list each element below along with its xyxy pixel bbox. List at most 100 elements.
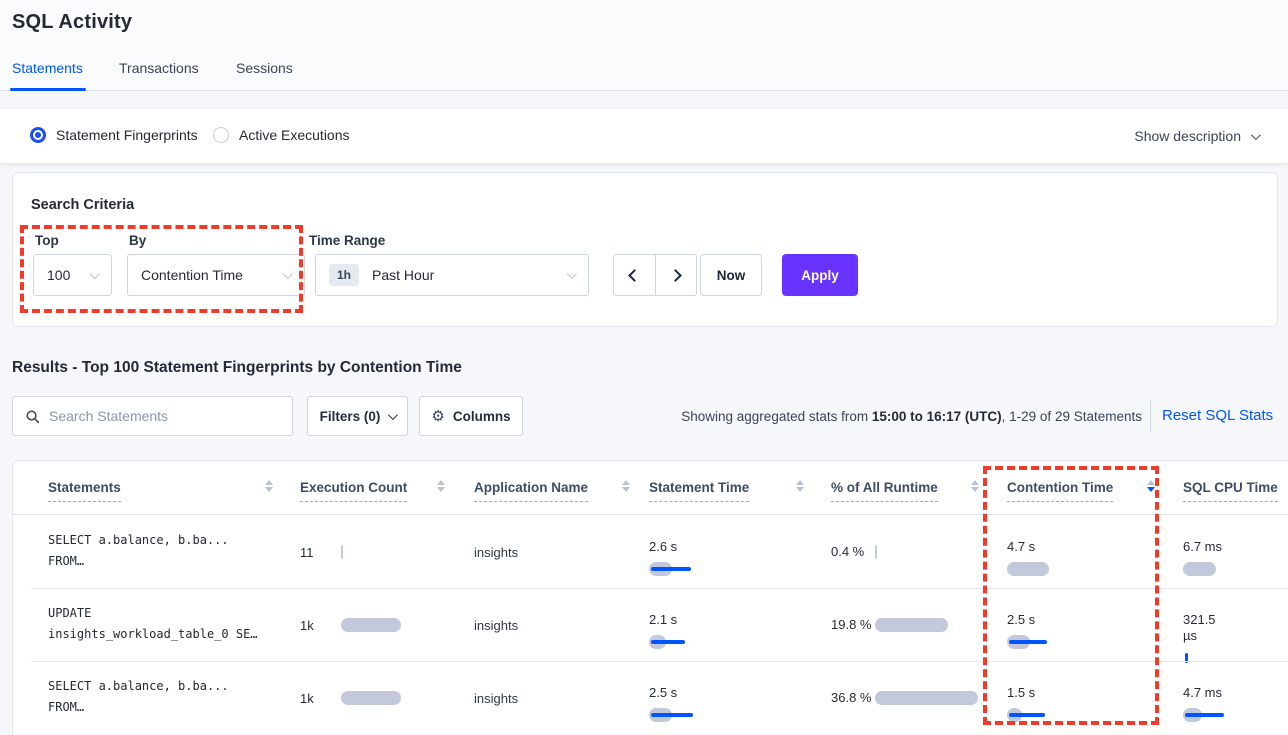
by-label: By [129, 233, 146, 248]
sql-cpu-time-value: 321.5 µs [1183, 612, 1233, 644]
col-header-pct-runtime[interactable]: % of All Runtime [831, 480, 938, 495]
execution-count-bar [341, 691, 451, 705]
col-header-application-name[interactable]: Application Name [474, 480, 588, 495]
by-select-value: Contention Time [141, 267, 243, 283]
application-name-value: insights [474, 618, 518, 633]
view-mode-bar: Statement Fingerprints Active Executions… [0, 109, 1288, 163]
statement-time-bar [649, 635, 769, 649]
stats-time-range: 15:00 to 16:17 (UTC) [872, 409, 1002, 424]
time-range-select[interactable]: 1h Past Hour [315, 254, 589, 296]
chevron-left-icon [628, 269, 641, 282]
sort-statements[interactable] [265, 480, 273, 492]
contention-time-cell: 4.7 s [1007, 539, 1167, 576]
chevron-down-icon [90, 269, 100, 279]
col-header-statement-time[interactable]: Statement Time [649, 480, 749, 495]
next-range-button[interactable] [656, 255, 697, 295]
apply-button[interactable]: Apply [782, 254, 858, 296]
search-criteria-card: Search Criteria Top By Time Range 100 Co… [12, 172, 1278, 327]
search-statements-input[interactable] [49, 408, 280, 424]
contention-time-cell: 2.5 s [1007, 612, 1167, 649]
pct-runtime-value: 36.8 % [831, 690, 877, 706]
statement-cell[interactable]: SELECT a.balance, b.ba... FROM… [48, 676, 288, 718]
application-name-value: insights [474, 545, 518, 560]
radio-active-executions[interactable]: Active Executions [213, 127, 350, 143]
statement-line2: insights_workload_table_0 SE… [48, 624, 288, 645]
filters-label: Filters (0) [320, 409, 381, 424]
pct-runtime-bar [875, 691, 987, 705]
statement-cell[interactable]: SELECT a.balance, b.ba... FROM… [48, 530, 288, 572]
table-body: SELECT a.balance, b.ba... FROM… 11 insig… [13, 515, 1288, 734]
show-description-toggle[interactable]: Show description [1134, 128, 1258, 144]
radio-unselected-icon [213, 127, 229, 143]
sql-cpu-time-cell: 321.5 µs [1183, 612, 1288, 665]
previous-range-button[interactable] [614, 255, 656, 295]
radio-label: Active Executions [239, 127, 350, 143]
search-statements-box [12, 396, 293, 436]
caret-down-icon [971, 487, 979, 492]
by-select[interactable]: Contention Time [127, 254, 305, 296]
active-tab-underline [10, 88, 86, 91]
contention-time-value: 1.5 s [1007, 685, 1167, 701]
table-row[interactable]: SELECT a.balance, b.ba... FROM… 11 insig… [13, 515, 1288, 588]
caret-down-icon [1147, 487, 1155, 492]
pct-runtime-bar [875, 618, 987, 632]
sort-execution-count[interactable] [437, 480, 445, 492]
statement-time-cell: 2.1 s [649, 612, 814, 649]
contention-time-value: 4.7 s [1007, 539, 1167, 555]
table-row[interactable]: UPDATE insights_workload_table_0 SE… 1k … [13, 588, 1288, 661]
col-header-sql-cpu-time[interactable]: SQL CPU Time [1183, 480, 1278, 495]
sql-activity-page: SQL Activity Statements Transactions Ses… [0, 0, 1288, 735]
statement-time-bar [649, 562, 769, 576]
pct-runtime-cell: 36.8 % [831, 677, 996, 719]
toolbar-divider [1150, 399, 1151, 433]
sort-application-name[interactable] [622, 480, 630, 492]
time-step-buttons [613, 254, 697, 296]
top-select[interactable]: 100 [33, 254, 112, 296]
stats-prefix: Showing aggregated stats from [681, 409, 872, 424]
statement-time-bar [649, 708, 769, 722]
caret-up-icon [971, 480, 979, 485]
caret-up-icon [437, 480, 445, 485]
statement-time-value: 2.1 s [649, 612, 814, 628]
sql-cpu-time-value: 4.7 ms [1183, 685, 1233, 701]
execution-count-value: 1k [300, 691, 314, 706]
filters-button[interactable]: Filters (0) [307, 396, 408, 436]
tab-transactions[interactable]: Transactions [119, 60, 199, 76]
table-row[interactable]: SELECT a.balance, b.ba... FROM… 1k insig… [13, 661, 1288, 734]
contention-time-bar [1007, 708, 1127, 722]
application-name-cell: insights [474, 537, 614, 567]
now-button[interactable]: Now [700, 254, 762, 296]
tab-statements[interactable]: Statements [12, 60, 83, 76]
time-range-badge: 1h [329, 264, 359, 286]
col-header-contention-time[interactable]: Contention Time [1007, 480, 1113, 495]
radio-selected-icon [30, 127, 46, 143]
col-header-statements[interactable]: Statements [48, 480, 121, 495]
columns-label: Columns [453, 409, 511, 424]
results-title: Results - Top 100 Statement Fingerprints… [12, 359, 462, 377]
pct-runtime-bar [875, 545, 987, 559]
page-header: SQL Activity Statements Transactions Ses… [0, 0, 1288, 91]
statement-cell[interactable]: UPDATE insights_workload_table_0 SE… [48, 603, 288, 645]
pct-runtime-value: 0.4 % [831, 544, 877, 560]
sql-cpu-time-bar [1183, 562, 1288, 576]
sort-statement-time[interactable] [796, 480, 804, 492]
chevron-down-icon [1251, 130, 1261, 140]
sort-pct-runtime[interactable] [971, 480, 979, 492]
execution-count-bar [341, 618, 451, 632]
reset-sql-stats-link[interactable]: Reset SQL Stats [1162, 407, 1273, 424]
statements-table: Statements Execution Count Application N… [12, 460, 1288, 735]
statement-line1: SELECT a.balance, b.ba... [48, 530, 288, 551]
tab-sessions[interactable]: Sessions [236, 60, 293, 76]
statement-line1: SELECT a.balance, b.ba... [48, 676, 288, 697]
show-description-label: Show description [1134, 128, 1241, 144]
sql-cpu-time-cell: 6.7 ms [1183, 539, 1288, 576]
col-header-execution-count[interactable]: Execution Count [300, 480, 407, 495]
application-name-value: insights [474, 691, 518, 706]
application-name-cell: insights [474, 610, 614, 640]
columns-button[interactable]: ⚙ Columns [419, 396, 523, 436]
radio-statement-fingerprints[interactable]: Statement Fingerprints [30, 127, 198, 143]
search-criteria-title: Search Criteria [31, 197, 134, 213]
sort-contention-time-active[interactable] [1147, 480, 1155, 492]
caret-up-icon [265, 480, 273, 485]
execution-count-value: 1k [300, 618, 314, 633]
